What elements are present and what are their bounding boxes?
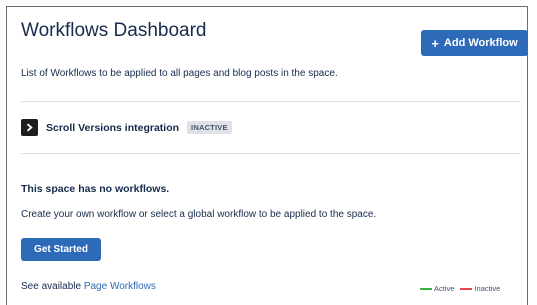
active-swatch	[420, 287, 432, 290]
empty-state-text: Create your own workflow or select a glo…	[21, 209, 377, 220]
inactive-swatch	[460, 287, 473, 290]
status-legend: Active Inactive	[420, 284, 500, 293]
legend-inactive-label: Inactive	[474, 284, 501, 293]
chevron-right-icon	[26, 123, 33, 132]
divider	[21, 101, 521, 102]
workflows-dashboard-panel: Workflows Dashboard + Add Workflow List …	[6, 6, 528, 305]
page-description: List of Workflows to be applied to all p…	[21, 68, 338, 79]
legend-inactive: Inactive	[460, 284, 500, 293]
divider	[21, 153, 521, 154]
status-badge: INACTIVE	[187, 121, 232, 134]
page-workflows-link[interactable]: Page Workflows	[84, 281, 156, 292]
plus-icon: +	[431, 35, 439, 51]
legend-active: Active	[420, 284, 454, 293]
add-workflow-label: Add Workflow	[443, 37, 518, 49]
footer-prefix: See available	[21, 281, 82, 292]
integration-row: Scroll Versions integration INACTIVE	[21, 119, 232, 136]
page-title: Workflows Dashboard	[21, 20, 207, 41]
empty-state-heading: This space has no workflows.	[21, 183, 170, 195]
integration-name: Scroll Versions integration	[46, 121, 180, 134]
add-workflow-button[interactable]: + Add Workflow	[421, 30, 528, 56]
scroll-versions-icon	[21, 119, 38, 136]
legend-active-label: Active	[434, 284, 455, 293]
footer-text: See available Page Workflows	[21, 281, 156, 292]
get-started-button[interactable]: Get Started	[21, 238, 101, 261]
